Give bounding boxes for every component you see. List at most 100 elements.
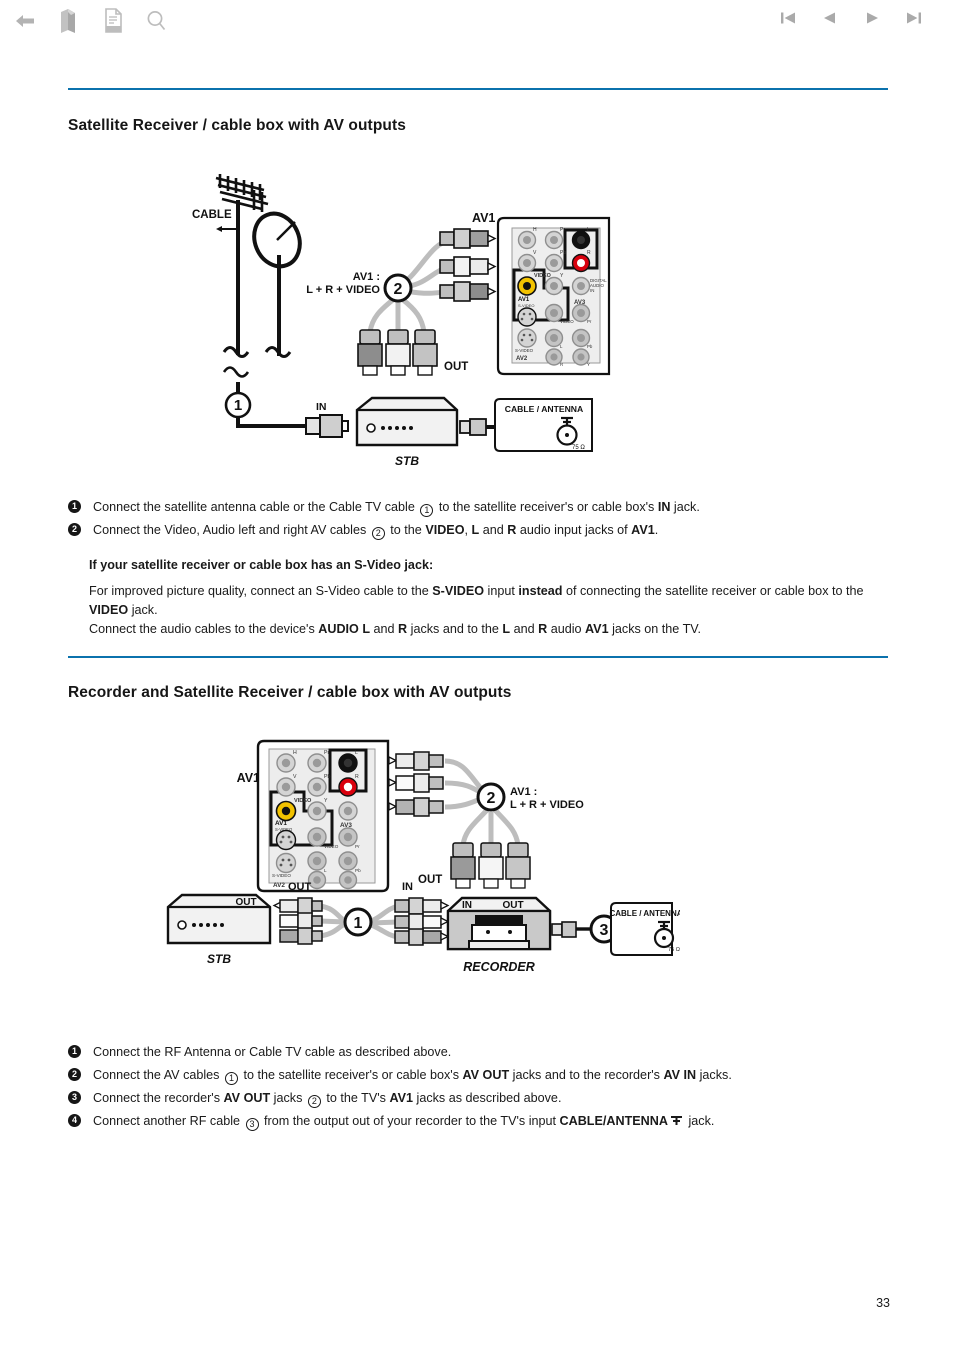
step-item: 1 Connect the satellite antenna cable or…: [68, 497, 898, 518]
svg-text:L + R + VIDEO: L + R + VIDEO: [306, 284, 380, 296]
svg-text:1: 1: [354, 915, 363, 932]
step-number-badge: 4: [68, 1114, 81, 1127]
svg-text:OUT: OUT: [502, 900, 523, 911]
svg-text:IN: IN: [462, 900, 472, 911]
svg-text:1: 1: [234, 397, 242, 414]
svg-text:AV2: AV2: [273, 882, 285, 889]
svg-text:AV1 :: AV1 :: [353, 271, 380, 283]
svg-text:CABLE / ANTENNA: CABLE / ANTENNA: [609, 909, 680, 918]
step-item: 1 Connect the RF Antenna or Cable TV cab…: [68, 1042, 898, 1063]
svg-text:OUT: OUT: [235, 897, 256, 908]
step-number-badge: 1: [68, 500, 81, 513]
svg-text:Pb: Pb: [355, 868, 361, 873]
s-video-note: If your satellite receiver or cable box …: [89, 556, 889, 639]
svg-text:VIDEO: VIDEO: [534, 273, 551, 279]
svg-text:L: L: [587, 227, 590, 233]
tv-jack-panel-1: H Pr L V Pb R VIDEO Y DIGITAL AUDIO IN A…: [496, 216, 611, 376]
page-number: 33: [876, 1296, 890, 1310]
document-icon[interactable]: [98, 6, 128, 36]
section-2-steps: 1 Connect the RF Antenna or Cable TV cab…: [68, 1042, 898, 1134]
svg-text:L + R + VIDEO: L + R + VIDEO: [510, 799, 584, 811]
toolbar-left-group: [10, 6, 172, 36]
step-text: Connect the satellite antenna cable or t…: [93, 500, 700, 517]
svg-text:H: H: [533, 227, 537, 233]
diagram-satellite-receiver: 1 CABLE IN STB CABLE / ANTENNA 75 Ω AV1 …: [182, 160, 612, 480]
step-number-badge: 1: [68, 1045, 81, 1058]
svg-text:Pb: Pb: [560, 250, 566, 256]
svg-text:AV1: AV1: [472, 211, 495, 225]
svg-text:2: 2: [487, 790, 496, 807]
step-number-badge: 2: [68, 1068, 81, 1081]
first-page-icon[interactable]: [778, 8, 798, 28]
book-icon[interactable]: [54, 6, 84, 36]
step-item: 2 Connect the Video, Audio left and righ…: [68, 520, 898, 541]
svg-text:VIDEO: VIDEO: [294, 798, 312, 804]
previous-page-icon[interactable]: [820, 8, 840, 28]
svg-text:IN: IN: [402, 881, 413, 893]
svg-text:S-VIDEO: S-VIDEO: [518, 303, 534, 308]
cable-antenna-jack-panel-2: CABLE / ANTENNA 75 Ω: [609, 902, 680, 956]
section-1-steps: 1 Connect the satellite antenna cable or…: [68, 497, 898, 543]
toolbar-right-group: [778, 8, 924, 28]
step-item: 3 Connect the recorder's AV OUT jacks 2 …: [68, 1088, 898, 1109]
step-item: 4 Connect another RF cable 3 from the ou…: [68, 1111, 898, 1132]
svg-text:R: R: [587, 250, 591, 256]
search-icon[interactable]: [142, 6, 172, 36]
svg-text:VIDEO: VIDEO: [560, 319, 574, 324]
svg-text:Pr: Pr: [324, 750, 329, 756]
svg-text:S-VIDEO: S-VIDEO: [515, 348, 534, 353]
rca-plug-group-tv-2: [388, 751, 444, 817]
svg-text:Pb: Pb: [587, 344, 593, 349]
diagram2-marker-2: 2: [476, 782, 506, 812]
svg-text:R: R: [560, 362, 563, 367]
svg-text:Pr: Pr: [587, 319, 592, 324]
svg-text:L: L: [355, 750, 358, 756]
svg-text:OUT: OUT: [418, 874, 442, 886]
inline-marker-1: 1: [224, 1072, 238, 1085]
svg-text:Y: Y: [324, 798, 328, 804]
svg-text:IN: IN: [316, 401, 327, 413]
viewer-toolbar: [0, 0, 954, 50]
antenna-symbol-icon: [670, 1112, 683, 1125]
rca-plug-group-stb-out: [272, 897, 323, 945]
note-body: For improved picture quality, connect an…: [89, 584, 864, 636]
svg-text:CABLE / ANTENNA: CABLE / ANTENNA: [505, 404, 583, 414]
section-2-rule: [68, 656, 888, 658]
rca-plug-group-tv: [439, 228, 497, 302]
last-page-icon[interactable]: [904, 8, 924, 28]
svg-text:AV1: AV1: [237, 771, 260, 785]
svg-text:Pb: Pb: [324, 774, 330, 780]
next-page-icon[interactable]: [862, 8, 882, 28]
step-text: Connect another RF cable 3 from the outp…: [93, 1112, 715, 1131]
svg-text:RECORDER: RECORDER: [463, 960, 535, 974]
rca-plug-group-recorder-in: [394, 897, 450, 946]
svg-text:Pr: Pr: [355, 844, 360, 849]
back-arrow-icon[interactable]: [10, 6, 40, 36]
svg-text:Pr: Pr: [560, 227, 565, 233]
step-number-badge: 3: [68, 1091, 81, 1104]
section-1-rule: [68, 88, 888, 90]
step-text: Connect the Video, Audio left and right …: [93, 523, 659, 540]
step-text: Connect the AV cables 1 to the satellite…: [93, 1068, 732, 1085]
step-text: Connect the RF Antenna or Cable TV cable…: [93, 1045, 452, 1059]
svg-text:3: 3: [600, 922, 609, 939]
svg-text:IN: IN: [590, 288, 594, 293]
tv-jack-panel-2: H Pr L V Pb R VIDEO Y AV1 S-VIDEO AV3 VI…: [256, 739, 390, 893]
svg-text:OUT: OUT: [444, 361, 468, 373]
recorder-device: IN OUT RECORDER: [446, 896, 552, 974]
svg-text:V: V: [293, 774, 297, 780]
note-heading: If your satellite receiver or cable box …: [89, 558, 434, 572]
stb-device-2: OUT STB: [166, 893, 272, 966]
rca-plug-group-out: [357, 329, 438, 376]
section-2-title: Recorder and Satellite Receiver / cable …: [68, 684, 512, 701]
diagram2-marker-1: 1: [343, 907, 373, 937]
diagram-marker-2: 2: [383, 273, 413, 303]
svg-text:STB: STB: [395, 454, 419, 468]
diagram-marker-1: 1: [224, 391, 252, 419]
svg-text:STB: STB: [207, 952, 231, 966]
svg-text:AV1 :: AV1 :: [510, 786, 537, 798]
inline-marker-2: 2: [307, 1095, 321, 1108]
rca-plug-group-out-2: [450, 842, 531, 889]
svg-text:S-VIDEO: S-VIDEO: [272, 873, 291, 878]
manual-page: Satellite Receiver / cable box with AV o…: [0, 0, 954, 1349]
